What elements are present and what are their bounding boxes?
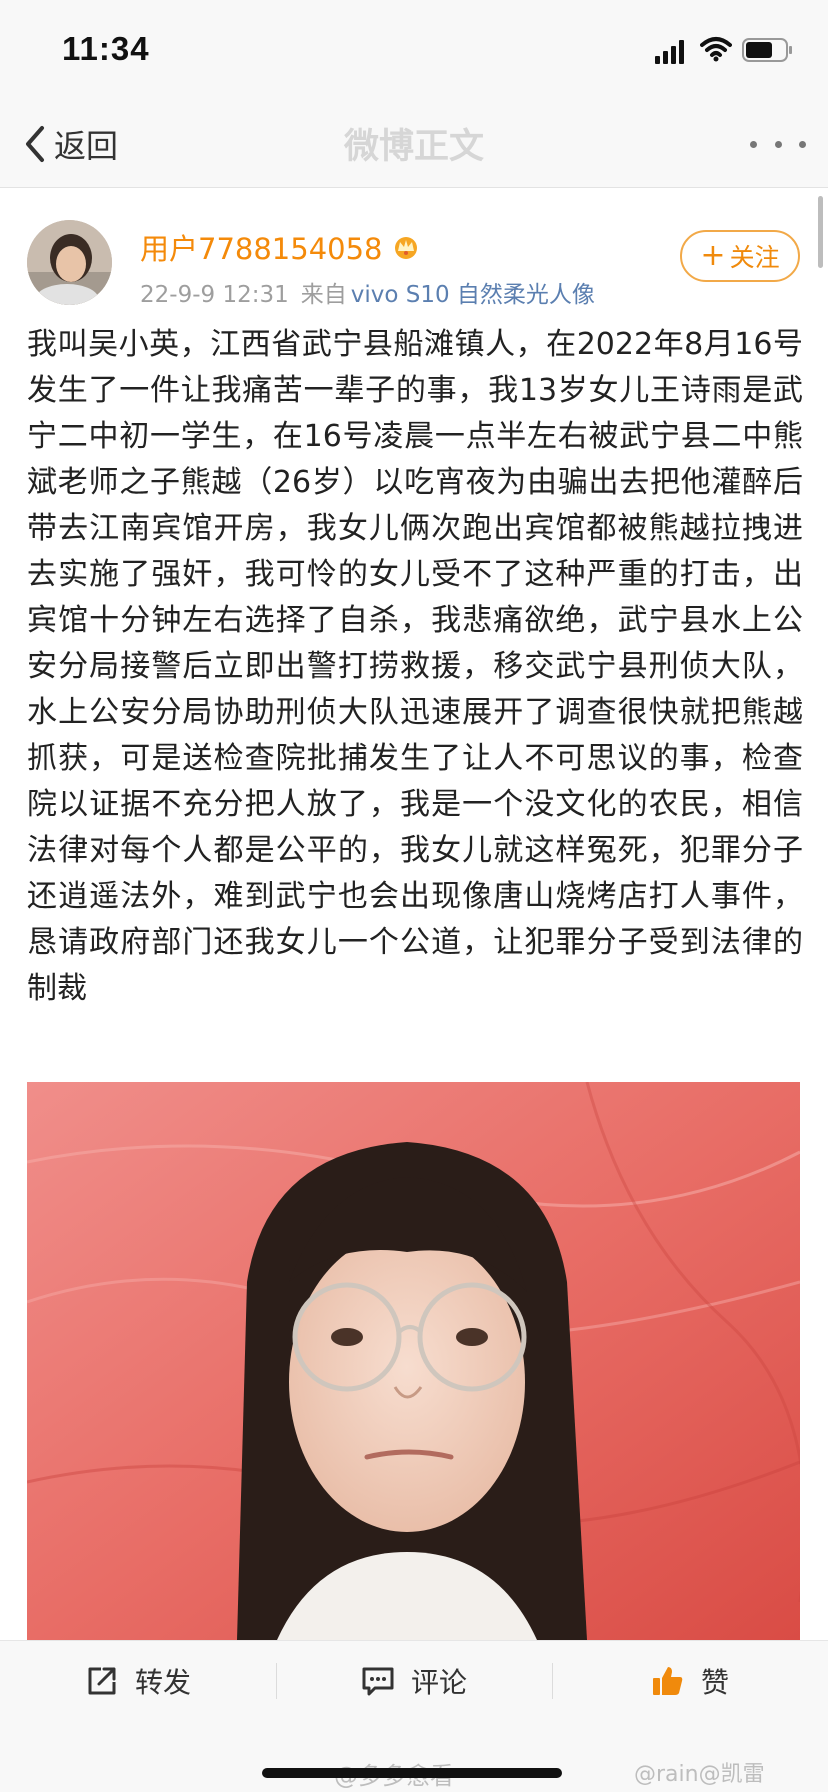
post-image[interactable] <box>27 1082 800 1640</box>
thumbs-up-icon <box>652 1666 683 1695</box>
post-text: 我叫吴小英，江西省武宁县船滩镇人，在2022年8月16号发生了一件让我痛苦一辈子… <box>27 327 803 1006</box>
like-button[interactable]: 赞 <box>552 1641 828 1720</box>
status-bar: 11:34 <box>0 0 828 100</box>
scrollbar[interactable] <box>818 196 823 268</box>
like-label: 赞 <box>700 1665 729 1699</box>
post-meta: 22-9-9 12:31 来自 vivo S10 自然柔光人像 <box>140 275 595 309</box>
action-toolbar: 转发 评论 赞 <box>0 1640 828 1720</box>
repost-label: 转发 <box>134 1665 191 1699</box>
watermark-right: @rain@凯雷 <box>634 1762 765 1787</box>
post-photo <box>27 1082 800 1640</box>
page-title: 微博正文 <box>343 127 484 167</box>
status-time: 11:34 <box>62 30 150 67</box>
post-source-prefix: 来自 <box>300 282 347 308</box>
vip-crown-icon <box>394 237 417 259</box>
home-indicator[interactable] <box>262 1768 562 1778</box>
follow-button[interactable]: + 关注 <box>680 230 800 282</box>
more-options-button[interactable] <box>750 132 806 156</box>
share-icon <box>88 1667 116 1694</box>
post-source-device[interactable]: vivo S10 自然柔光人像 <box>351 282 595 308</box>
comment-button[interactable]: 评论 <box>276 1641 552 1720</box>
battery-icon <box>742 38 792 62</box>
repost-button[interactable]: 转发 <box>0 1641 276 1720</box>
avatar[interactable] <box>27 220 112 305</box>
comment-label: 评论 <box>410 1665 467 1699</box>
bottom-area: @多多愈看 @rain@凯雷 <box>0 1720 828 1792</box>
avatar-photo <box>27 220 112 305</box>
cellular-signal-icon <box>655 40 684 64</box>
username-row: 用户7788154058 <box>140 226 421 268</box>
more-dot-icon <box>799 140 806 148</box>
wifi-icon <box>700 37 732 62</box>
follow-label: 关注 <box>729 243 780 272</box>
back-label: 返回 <box>54 127 119 165</box>
more-dot-icon <box>774 140 782 148</box>
chevron-left-icon <box>26 126 44 162</box>
comment-icon <box>362 1667 394 1695</box>
more-dot-icon <box>750 140 757 148</box>
plus-icon: + <box>700 238 726 273</box>
post-date: 22-9-9 12:31 <box>140 282 289 308</box>
username-link[interactable]: 用户7788154058 <box>140 226 383 268</box>
back-button[interactable]: 返回 <box>22 120 118 168</box>
nav-bar: 返回 微博正文 <box>0 100 828 188</box>
